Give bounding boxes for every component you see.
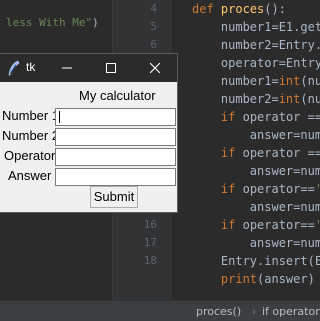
calculator-heading: My calculator (79, 88, 156, 103)
code-token: answer=numb (192, 128, 320, 142)
window-titlebar[interactable]: tk (0, 54, 177, 82)
code-line: if operator ==' (192, 144, 320, 162)
text-caret (59, 111, 60, 123)
code-line: if operator==' (192, 180, 320, 198)
code-token: (answer) (257, 272, 315, 286)
tk-window: tk My calculator Number 1 Number 2 Opera… (0, 53, 178, 213)
line-number: 4 (150, 2, 157, 15)
code-line: answer=numb (192, 234, 320, 252)
maximize-icon (106, 63, 116, 73)
minimize-button[interactable] (45, 54, 89, 82)
code-line: number2=int(num (192, 90, 320, 108)
code-token: int (278, 74, 301, 88)
number2-label: Number 2 (2, 128, 60, 143)
close-button[interactable] (133, 54, 177, 82)
line-number: 6 (150, 38, 157, 51)
window-content: My calculator Number 1 Number 2 Operator… (0, 82, 177, 212)
code-line: answer=numb (192, 162, 320, 180)
operator-input[interactable] (55, 148, 176, 166)
code-token: answer=numb (192, 200, 320, 214)
submit-button[interactable]: Submit (90, 186, 138, 208)
number2-input[interactable] (55, 128, 176, 146)
code-token: print (220, 272, 258, 286)
code-token: answer=numb (192, 164, 320, 178)
code-token: int (278, 92, 301, 106)
code-token: number1= (192, 74, 279, 88)
code-line: number1=int(num (192, 72, 320, 90)
code-line: answer=numb (192, 126, 320, 144)
number1-label: Number 1 (2, 108, 60, 123)
code-token: operator == (242, 110, 320, 124)
code-token: (): (264, 2, 286, 16)
code-line: Entry.insert(E4 (192, 252, 320, 270)
number1-input[interactable] (55, 108, 176, 126)
code-token: if (220, 182, 243, 196)
code-token: proces (220, 2, 265, 16)
code-token: ' (315, 182, 320, 196)
answer-label: Answer (8, 168, 52, 183)
code-token: number2= (192, 92, 279, 106)
code-token: operator=Entry. (192, 56, 320, 70)
code-line: operator=Entry. (192, 54, 320, 72)
line-number: 5 (150, 20, 157, 33)
breadcrumb-bar: proces() › if operator (0, 300, 320, 321)
code-token: (num (300, 92, 320, 106)
code-token: if (220, 218, 243, 232)
line-number: 17 (143, 236, 157, 249)
code-fragment: less With Me") (6, 16, 99, 29)
code-token: (num (300, 74, 320, 88)
breadcrumb-item-function[interactable]: proces() (196, 305, 241, 318)
code-fragment-suffix: ) (92, 16, 99, 29)
operator-label: Operator (4, 148, 56, 163)
code-line: print(answer) (192, 270, 315, 288)
code-token: number1=E1.get( (192, 20, 320, 34)
code-token: if (220, 146, 243, 160)
code-fragment-string: less With Me" (6, 16, 93, 29)
code-token: if (220, 110, 243, 124)
code-line: def proces(): (192, 0, 286, 18)
close-icon (150, 63, 160, 73)
answer-input[interactable] (55, 168, 176, 186)
line-number: 16 (143, 218, 157, 231)
maximize-button[interactable] (89, 54, 133, 82)
code-area[interactable]: def proces(): number1=E1.get( number2=En… (172, 0, 320, 300)
code-token: '/ (315, 218, 320, 232)
code-token: operator== (242, 182, 315, 196)
code-token: answer=numb (192, 236, 320, 250)
code-line: if operator=='/ (192, 216, 320, 234)
code-line: answer=numb (192, 198, 320, 216)
code-line: if operator ==' (192, 108, 320, 126)
feather-icon (8, 60, 20, 76)
code-token: Entry.insert(E4 (192, 254, 320, 268)
breadcrumb-separator: › (252, 305, 257, 318)
window-title: tk (26, 60, 36, 74)
code-token: operator == (242, 146, 320, 160)
code-line: number1=E1.get( (192, 18, 320, 36)
line-number: 18 (143, 254, 157, 267)
code-token: operator== (242, 218, 315, 232)
minimize-icon (62, 67, 72, 69)
code-line: number2=Entry.g (192, 36, 320, 54)
code-token: def (192, 2, 221, 16)
code-token: number2=Entry.g (192, 38, 320, 52)
breadcrumb-item-if[interactable]: if operator (262, 305, 320, 318)
